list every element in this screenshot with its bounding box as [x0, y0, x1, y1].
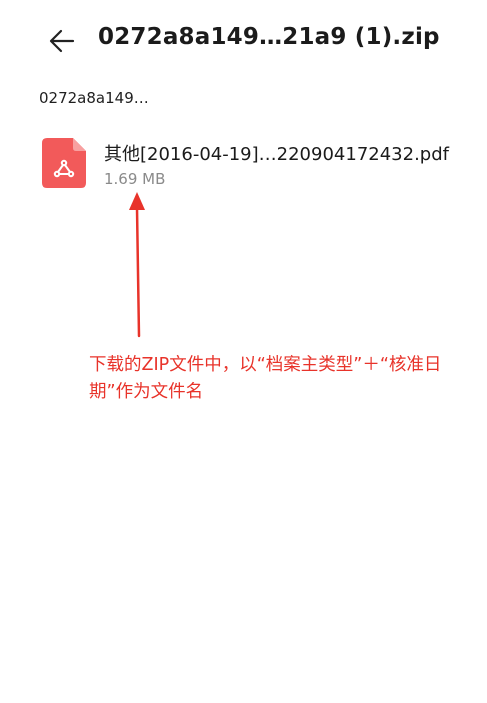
pdf-file-icon — [42, 138, 86, 188]
app-header: 0272a8a149…21a9 (1).zip — [0, 0, 487, 82]
file-size: 1.69 MB — [104, 170, 166, 188]
file-name: 其他[2016-04-19]…220904172432.pdf — [104, 144, 449, 165]
page-title: 0272a8a149…21a9 (1).zip — [98, 24, 440, 50]
breadcrumb[interactable]: 0272a8a149… — [39, 89, 149, 107]
annotation-text: 下载的ZIP文件中，以“档案主类型”＋“核准日期”作为文件名 — [89, 355, 442, 402]
arrow-left-icon — [49, 29, 75, 53]
file-list-item[interactable]: 其他[2016-04-19]…220904172432.pdf 1.69 MB — [38, 130, 478, 200]
back-button[interactable] — [46, 24, 80, 58]
